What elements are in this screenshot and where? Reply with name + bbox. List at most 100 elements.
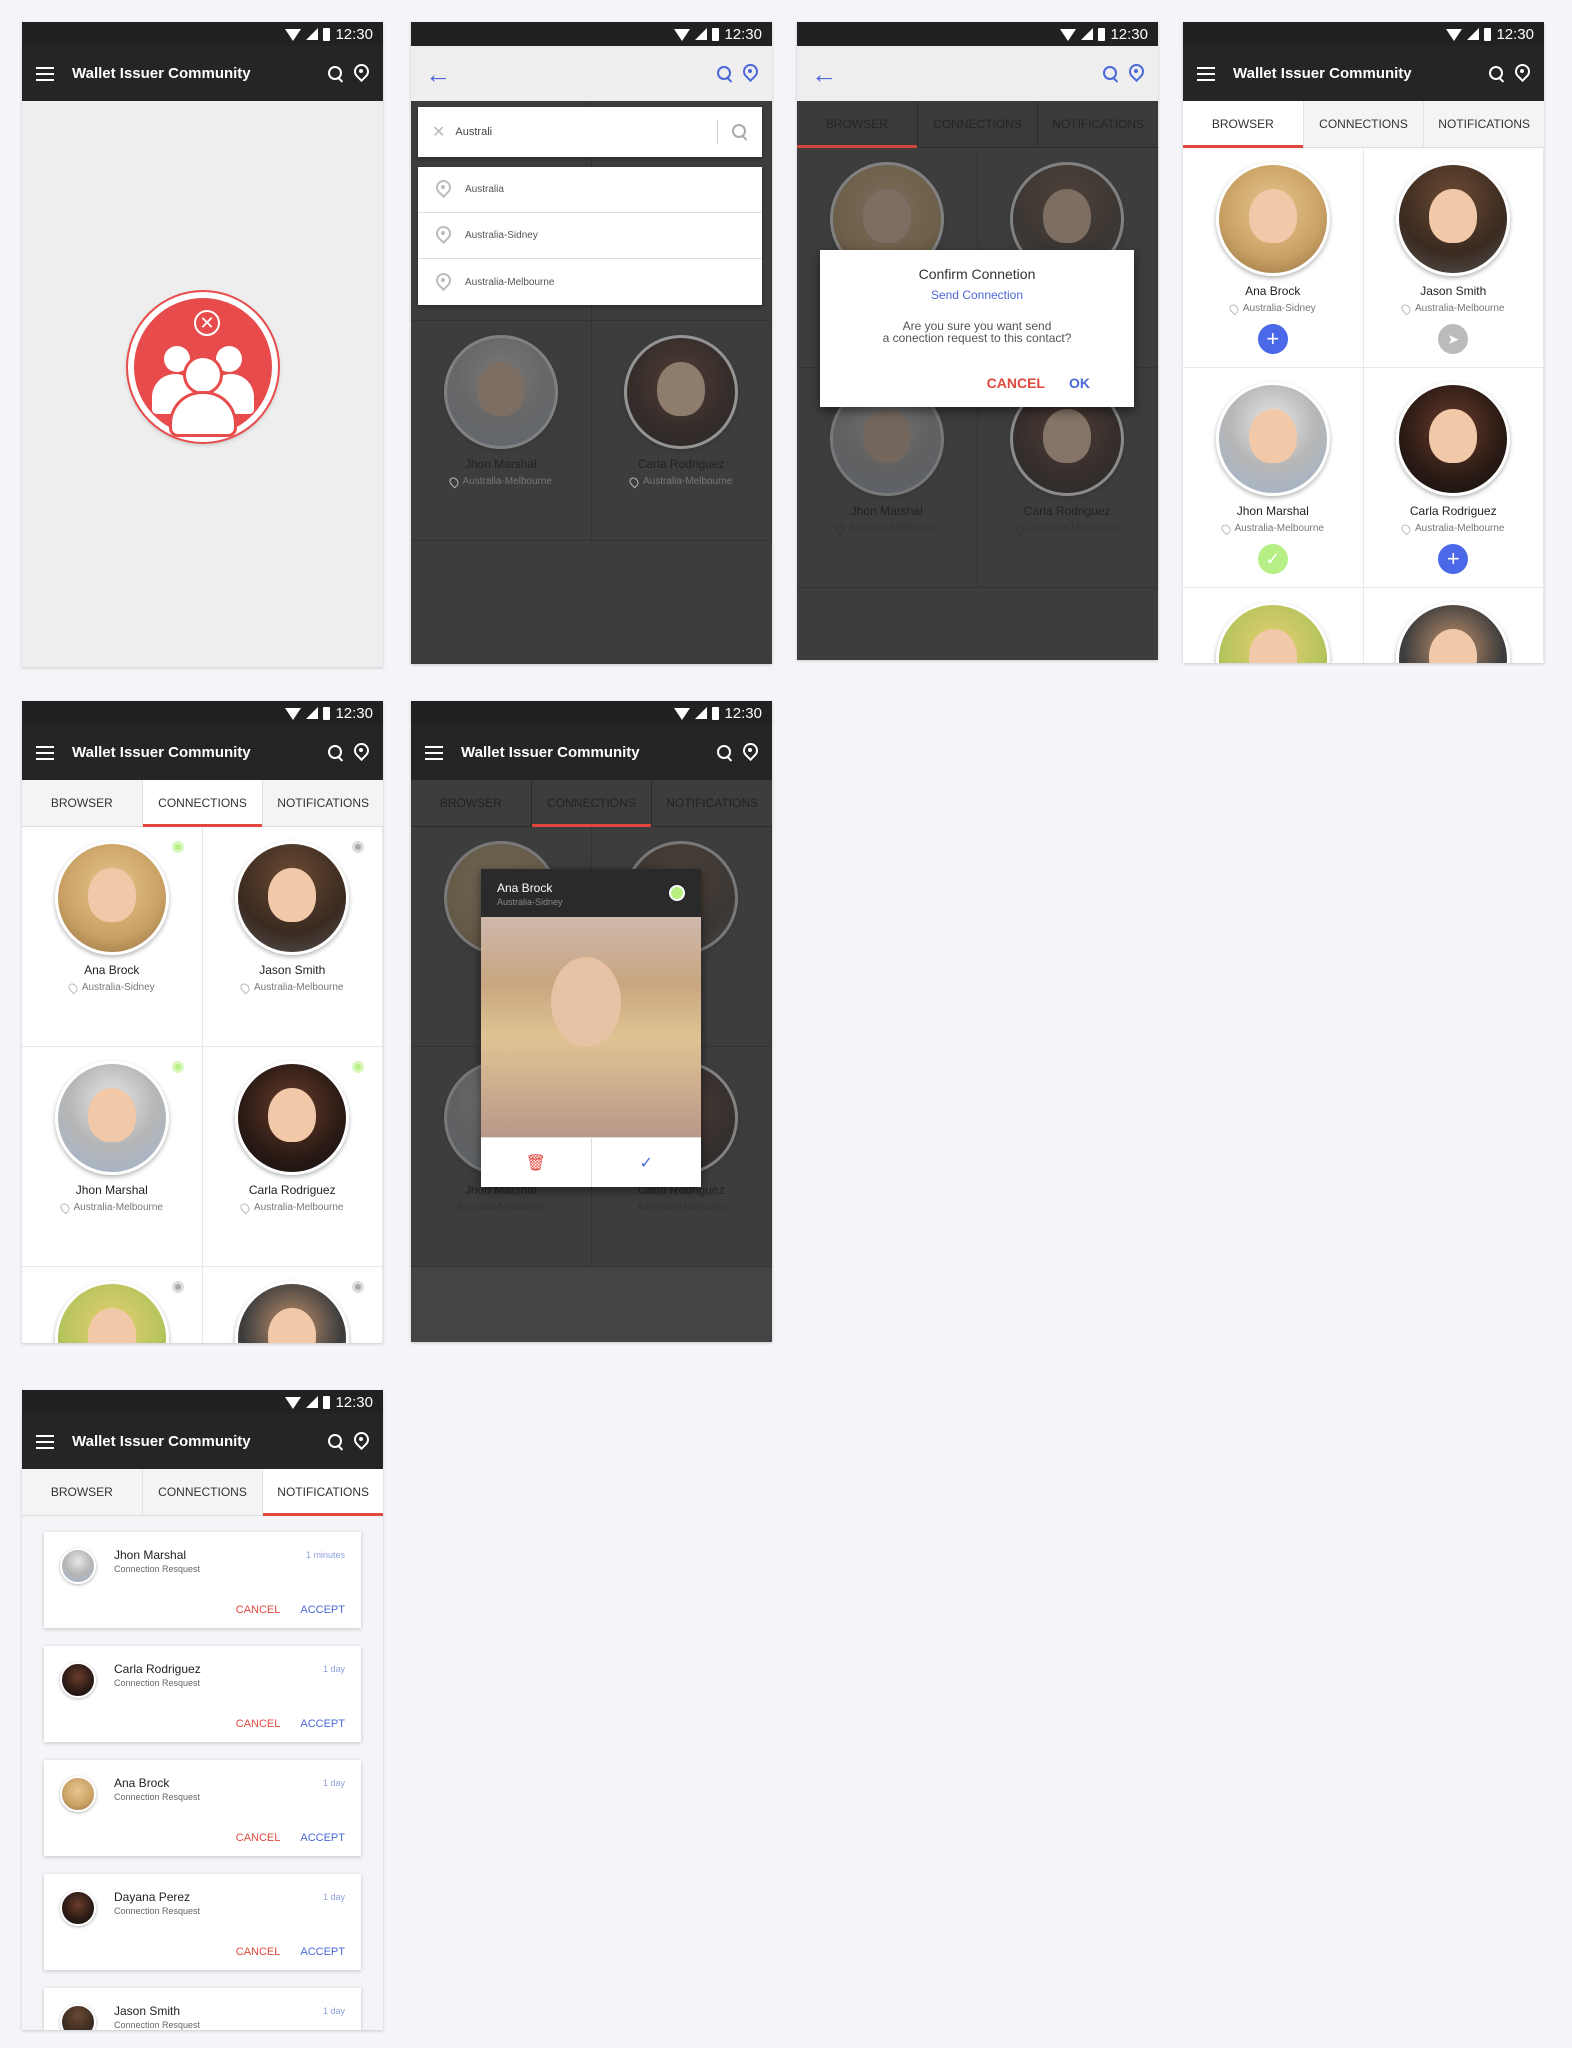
tab-notifications[interactable]: NOTIFICATIONS <box>652 780 772 826</box>
connection-card[interactable]: Carla Rodriguez Australia-Melbourne <box>202 1047 383 1267</box>
location-pin-icon[interactable] <box>354 1432 369 1451</box>
tab-browser[interactable]: BROWSER <box>411 780 532 826</box>
search-icon[interactable] <box>328 65 344 82</box>
add-contact-button[interactable]: + <box>1257 324 1288 354</box>
dialog-subtitle: Send Connection <box>930 288 1024 302</box>
back-arrow-icon[interactable]: ← <box>811 61 837 87</box>
tab-browser[interactable]: BROWSER <box>1183 101 1304 148</box>
search-input[interactable]: ✕ Australi <box>418 107 762 157</box>
tab-connections[interactable]: CONNECTIONS <box>531 780 653 827</box>
search-icon[interactable] <box>732 124 748 140</box>
contact-card[interactable]: Carla Rodriguez Australia-Melbourne + <box>1363 368 1544 588</box>
tab-notifications[interactable]: NOTIFICATIONS <box>1038 101 1158 147</box>
location-pin-icon[interactable] <box>1515 64 1530 83</box>
wifi-icon <box>285 29 302 41</box>
notification-time: 1 day <box>322 2006 345 2016</box>
connection-card[interactable] <box>22 1267 203 1343</box>
contact-card[interactable]: Ana Brock Australia-Sidney + <box>1183 148 1364 368</box>
tab-notifications[interactable]: NOTIFICATIONS <box>1424 101 1544 147</box>
location-pin-icon[interactable] <box>743 64 758 83</box>
notification-card[interactable]: Dayana Perez Connection Resquest 1 day C… <box>44 1874 361 1970</box>
notification-card[interactable]: Jhon Marshal Connection Resquest 1 minut… <box>44 1532 361 1628</box>
menu-icon[interactable] <box>36 745 54 760</box>
search-icon[interactable] <box>1103 65 1119 82</box>
notification-type: Connection Resquest <box>114 2020 201 2030</box>
status-bar: 12:30 <box>411 701 772 725</box>
request-sent-button[interactable]: ➤ <box>1438 324 1469 354</box>
menu-icon[interactable] <box>1197 66 1215 81</box>
accept-button[interactable]: ACCEPT <box>300 1832 345 1844</box>
suggestion-item[interactable]: Australia-Melbourne <box>418 259 762 305</box>
accept-button[interactable]: ACCEPT <box>300 1946 345 1958</box>
contact-card[interactable]: Jason Smith Australia-Melbourne ➤ <box>1363 148 1544 368</box>
notification-card[interactable]: Jason Smith Connection Resquest 1 day <box>44 1988 361 2030</box>
status-bar: 12:30 <box>411 22 772 46</box>
cancel-button[interactable]: CANCEL <box>236 1718 281 1730</box>
cancel-button[interactable]: CANCEL <box>236 1946 281 1958</box>
contact-name: Carla Rodriguez <box>1023 504 1111 518</box>
app-bar: Wallet Issuer Community <box>22 46 383 101</box>
suggestion-item[interactable]: Australia <box>418 167 762 213</box>
connection-card[interactable]: Ana Brock Australia-Sidney <box>22 827 203 1047</box>
menu-icon[interactable] <box>425 745 443 760</box>
suggestion-item[interactable]: Australia-Sidney <box>418 213 762 259</box>
location-pin-icon[interactable] <box>1129 64 1144 83</box>
check-icon[interactable]: ✓ <box>592 1138 702 1187</box>
location-pin-icon[interactable] <box>354 64 369 83</box>
tab-notifications[interactable]: NOTIFICATIONS <box>263 1469 383 1516</box>
wifi-icon <box>674 708 691 720</box>
notification-time: 1 day <box>322 1892 345 1902</box>
search-icon[interactable] <box>328 1433 344 1450</box>
connection-card[interactable] <box>203 1267 383 1343</box>
search-icon[interactable] <box>717 744 733 761</box>
tab-connections[interactable]: CONNECTIONS <box>143 1469 264 1515</box>
screen-notifications: 12:30 Wallet Issuer Community BROWSER CO… <box>22 1390 383 2030</box>
back-arrow-icon[interactable]: ← <box>425 61 451 87</box>
avatar <box>235 1061 350 1175</box>
contact-card[interactable] <box>1364 588 1544 663</box>
delete-icon[interactable]: 🗑 <box>481 1138 592 1187</box>
search-icon[interactable] <box>717 65 733 82</box>
cancel-button[interactable]: CANCEL <box>236 1832 281 1844</box>
no-community-illustration: ✕ <box>128 292 278 442</box>
accept-button[interactable]: ACCEPT <box>300 1604 345 1616</box>
accept-button[interactable]: ACCEPT <box>300 1718 345 1730</box>
connection-card[interactable]: Jason Smith Australia-Melbourne <box>202 827 383 1047</box>
tab-connections[interactable]: CONNECTIONS <box>142 780 264 827</box>
tab-browser[interactable]: BROWSER <box>22 780 143 826</box>
tab-bar: BROWSER CONNECTIONS NOTIFICATIONS <box>1183 101 1544 148</box>
tab-connections[interactable]: CONNECTIONS <box>1304 101 1425 147</box>
location-pin-icon[interactable] <box>354 743 369 762</box>
contact-card[interactable]: Jhon Marshal Australia-Melbourne ✓ <box>1183 368 1364 588</box>
search-icon[interactable] <box>1489 65 1505 82</box>
status-time: 12:30 <box>335 1393 373 1411</box>
clear-icon[interactable]: ✕ <box>432 122 445 142</box>
tab-browser[interactable]: BROWSER <box>22 1469 143 1515</box>
location-pin-icon[interactable] <box>743 743 758 762</box>
contact-location: Australia-Melbourne <box>1399 302 1505 315</box>
tab-browser[interactable]: BROWSER <box>797 101 918 148</box>
cancel-button[interactable]: CANCEL <box>236 1604 281 1616</box>
avatar <box>1396 382 1511 496</box>
search-icon[interactable] <box>328 744 344 761</box>
menu-icon[interactable] <box>36 66 54 81</box>
menu-icon[interactable] <box>36 1434 54 1449</box>
status-bar: 12:30 <box>1183 22 1544 46</box>
wifi-icon <box>1446 29 1463 41</box>
profile-photo <box>481 917 701 1137</box>
contact-card[interactable] <box>1183 588 1364 663</box>
tab-notifications[interactable]: NOTIFICATIONS <box>263 780 383 826</box>
app-bar: Wallet Issuer Community <box>411 725 772 780</box>
notification-card[interactable]: Ana Brock Connection Resquest 1 day CANC… <box>44 1760 361 1856</box>
app-title: Wallet Issuer Community <box>72 744 251 761</box>
contact-name: Ana Brock <box>84 963 140 977</box>
notification-name: Jhon Marshal <box>114 1548 187 1562</box>
tab-connections[interactable]: CONNECTIONS <box>918 101 1039 147</box>
add-contact-button[interactable]: + <box>1438 544 1469 574</box>
cancel-button[interactable]: CANCEL <box>987 375 1045 391</box>
notification-card[interactable]: Carla Rodriguez Connection Resquest 1 da… <box>44 1646 361 1742</box>
connection-card[interactable]: Jhon Marshal Australia-Melbourne <box>22 1047 203 1267</box>
connected-check-button[interactable]: ✓ <box>1257 544 1288 574</box>
connections-grid: Ana Brock Australia-Sidney Jason Smith A… <box>22 827 383 1343</box>
ok-button[interactable]: OK <box>1069 375 1090 391</box>
